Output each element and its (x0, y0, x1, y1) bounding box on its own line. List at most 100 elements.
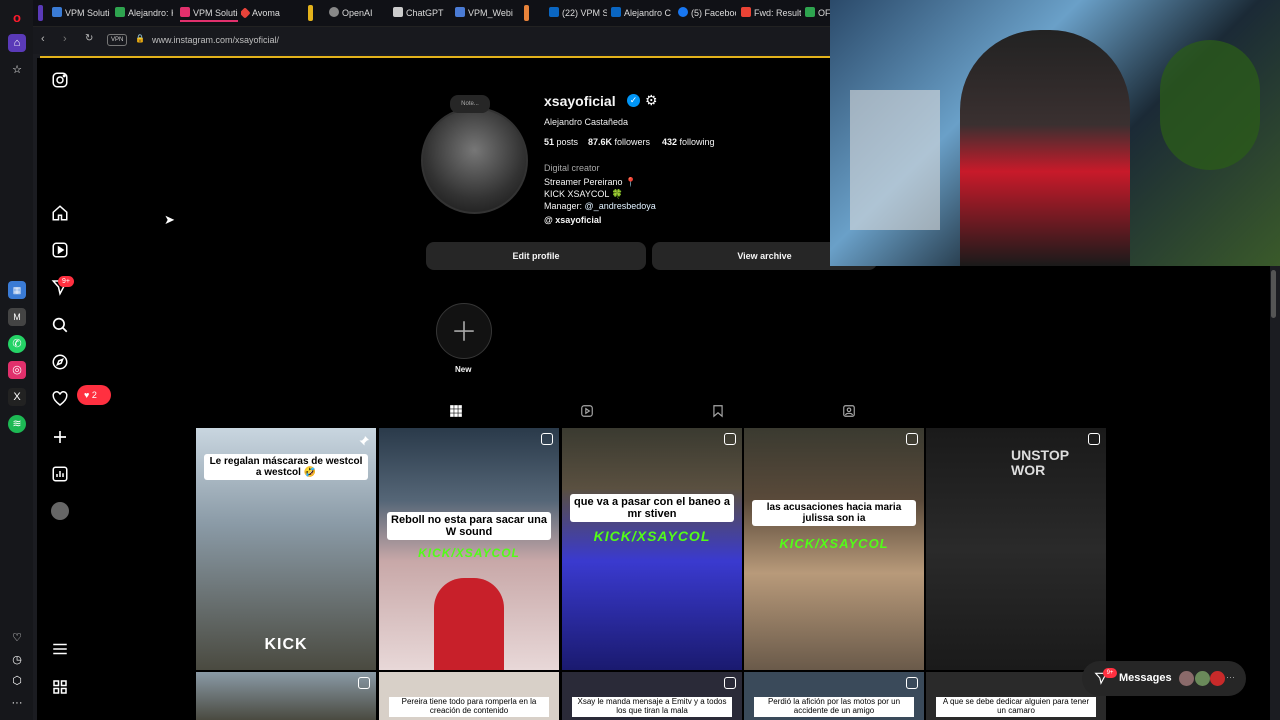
page-scrollbar[interactable] (1271, 270, 1276, 318)
new-highlight-button[interactable] (436, 303, 492, 359)
reel-icon (541, 433, 553, 445)
tab-9[interactable]: (5) Faceboo (678, 4, 736, 22)
tab-favicon-icon (455, 7, 465, 17)
tab-10[interactable]: Fwd: Result (741, 4, 801, 22)
post-tile-7[interactable]: Xsay le manda mensaje a Emitv y a todos … (562, 672, 742, 720)
instagram-logo-icon[interactable] (51, 71, 69, 89)
home-icon[interactable]: ⌂ (8, 34, 26, 52)
followers-count: 87.6K (588, 137, 613, 147)
messages-pill[interactable]: 9+ Messages ··· (1082, 661, 1246, 696)
verified-badge-icon: ✓ (627, 94, 640, 107)
tab-0[interactable]: VPM Solutio (52, 4, 110, 22)
streamer-figure (960, 30, 1130, 266)
reload-icon[interactable]: ↻ (85, 33, 93, 44)
tab-favicon-icon (741, 7, 751, 17)
tab-favicon-icon (678, 7, 688, 17)
also-from-meta-icon[interactable] (51, 678, 69, 696)
home-icon[interactable] (51, 204, 69, 222)
reel-icon (358, 677, 370, 689)
create-plus-icon[interactable] (51, 428, 69, 446)
tab-favicon-icon (611, 7, 621, 17)
heart-outline-icon[interactable]: ♡ (8, 629, 26, 647)
background-shelf (850, 90, 940, 230)
posts-label: posts (556, 137, 579, 147)
post-tile-3[interactable]: las acusaciones hacia maria julissa son … (744, 428, 924, 670)
messages-badge: 9+ (58, 276, 74, 287)
post-tile-4[interactable]: UNSTOP WOR (926, 428, 1106, 670)
more-dots-icon[interactable]: ··· (8, 694, 26, 712)
search-icon[interactable] (51, 316, 69, 334)
post-tile-0[interactable]: Le regalan máscaras de westcol a westcol… (196, 428, 376, 670)
reel-icon (906, 433, 918, 445)
opera-logo-icon[interactable]: o (8, 9, 26, 27)
edit-profile-button[interactable]: Edit profile (426, 242, 646, 270)
calendar-app-icon[interactable]: ▦ (8, 281, 26, 299)
post-tile-5[interactable] (196, 672, 376, 720)
tab-11[interactable]: OF (805, 4, 830, 22)
chat-avatar (1195, 671, 1210, 686)
threads-icon: @ (544, 215, 553, 225)
cube-icon[interactable]: ⬡ (8, 672, 26, 690)
tab-8[interactable]: Alejandro C (611, 4, 671, 22)
chat-avatar (1210, 671, 1225, 686)
note-bubble[interactable]: Note... (450, 95, 490, 113)
saved-tab-icon[interactable] (711, 404, 725, 418)
reel-icon (1088, 433, 1100, 445)
post-caption: Reboll no esta para sacar una W sound (387, 512, 551, 541)
post-tile-9[interactable]: A que se debe dedicar alguien para tener… (926, 672, 1106, 720)
post-tile-2[interactable]: que va a pasar con el baneo a mr stiven … (562, 428, 742, 670)
posts-grid-tab-icon[interactable] (449, 404, 463, 418)
following-label: following (679, 137, 715, 147)
notification-bubble[interactable]: ♥ 2 (77, 385, 111, 405)
tagged-tab-icon[interactable] (842, 404, 856, 418)
whatsapp-icon[interactable]: ✆ (8, 335, 26, 353)
back-icon[interactable]: ‹ (41, 33, 45, 45)
profile-avatar-icon[interactable] (51, 502, 69, 520)
tab-6[interactable]: VPM_Webin (455, 4, 513, 22)
url-field[interactable]: www.instagram.com/xsayoficial/ (152, 35, 279, 45)
settings-gear-icon[interactable]: ⚙ (645, 92, 658, 109)
post-tile-8[interactable]: Perdió la afición por las motos por un a… (744, 672, 924, 720)
new-highlight-label: New (455, 365, 472, 374)
tab-4[interactable]: OpenAI (329, 4, 389, 22)
history-icon[interactable]: ◷ (8, 651, 26, 669)
explore-icon[interactable] (51, 353, 69, 371)
bio-line-1: Streamer Pereirano 📍 (544, 177, 637, 187)
post-tile-6[interactable]: Pereira tiene todo para romperla en la c… (379, 672, 559, 720)
background-plant (1160, 40, 1260, 170)
reel-icon (724, 677, 736, 689)
followers-label: followers (614, 137, 651, 147)
lock-icon: 🔒 (135, 34, 145, 43)
x-app-icon[interactable]: X (8, 388, 26, 406)
following-stat[interactable]: 432 following (662, 137, 715, 147)
tab-7[interactable]: (22) VPM Sc (549, 4, 607, 22)
tab-1[interactable]: Alejandro: K (115, 4, 173, 22)
tab-3[interactable]: Avoma (241, 4, 299, 22)
gmail-app-icon[interactable]: M (8, 308, 26, 326)
post-caption: que va a pasar con el baneo a mr stiven (570, 494, 734, 523)
vpn-badge[interactable]: VPN (107, 34, 128, 46)
instagram-app-icon[interactable]: ◎ (8, 361, 26, 379)
notifications-heart-icon[interactable] (51, 390, 69, 408)
tab-5[interactable]: ChatGPT (393, 4, 453, 22)
post-badge-text: KICK (264, 636, 308, 653)
followers-stat[interactable]: 87.6K followers (588, 137, 650, 147)
profile-picture[interactable] (421, 107, 528, 214)
more-menu-icon[interactable] (51, 640, 69, 658)
reels-icon[interactable] (51, 241, 69, 259)
dashboard-icon[interactable] (51, 465, 69, 483)
profile-full-name: Alejandro Castañeda (544, 117, 629, 127)
reels-tab-icon[interactable] (580, 404, 594, 418)
star-icon[interactable]: ☆ (8, 61, 26, 79)
tab-2-active[interactable]: VPM Solutio (180, 4, 238, 22)
tab-favicon-icon (549, 7, 559, 17)
forward-icon[interactable]: › (63, 33, 67, 45)
instagram-nav: 9+ ♥ 2 (37, 58, 111, 720)
post-caption: Perdió la afición por las motos por un a… (754, 697, 914, 717)
threads-link[interactable]: @ xsayoficial (544, 215, 601, 225)
post-tile-1[interactable]: Reboll no esta para sacar una W sound KI… (379, 428, 559, 670)
spotify-icon[interactable]: ≋ (8, 415, 26, 433)
manager-handle-link[interactable]: @_andresbedoya (585, 201, 656, 211)
more-dots-icon: ··· (1226, 672, 1235, 682)
profile-username: xsayoficial (544, 93, 616, 109)
